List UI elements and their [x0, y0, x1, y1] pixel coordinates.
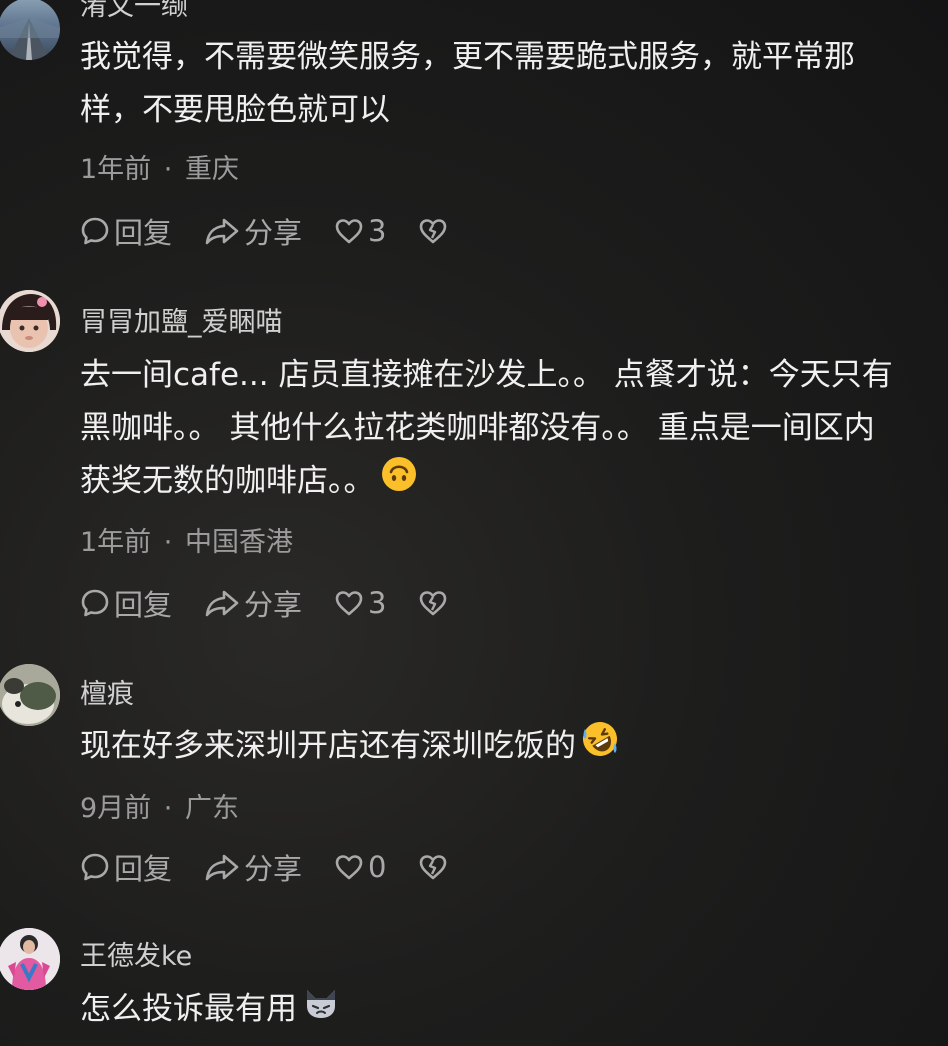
person-avatar-image — [0, 928, 60, 990]
reply-label: 回复 — [114, 216, 173, 250]
reply-bubble-icon — [81, 589, 109, 617]
share-label: 分享 — [244, 216, 303, 250]
avatar[interactable] — [0, 928, 60, 990]
comment-location: 重庆 — [184, 154, 239, 185]
comment-time: 1年前 — [80, 154, 152, 185]
comment-actions: 回复 分享 0 — [80, 850, 480, 886]
heart-icon — [335, 591, 363, 616]
reply-label: 回复 — [114, 852, 173, 886]
comment-time: 9月前 — [80, 793, 152, 824]
comment-time: 1年前 — [80, 527, 152, 558]
like-button[interactable]: 0 — [334, 850, 386, 884]
comment-actions: 回复 分享 3 — [80, 586, 480, 622]
share-arrow-icon — [205, 218, 239, 245]
comment-text-line: 现在好多来深圳开店还有深圳吃饭的 — [80, 728, 576, 764]
dislike-button[interactable] — [418, 850, 448, 884]
reply-bubble-icon — [81, 217, 109, 245]
share-label: 分享 — [244, 588, 303, 622]
comment-text: 去一间cafe... 店员直接摊在沙发上。。 点餐才说：今天只有 黑咖啡。。 其… — [80, 349, 893, 509]
comment-text: 怎么投诉最有用 — [80, 983, 339, 1037]
like-count: 3 — [368, 214, 387, 248]
comment-actions: 回复 分享 3 — [80, 214, 480, 250]
broken-heart-icon — [419, 219, 447, 244]
share-button[interactable]: 分享 — [204, 850, 302, 886]
reply-bubble-icon — [81, 853, 109, 881]
broken-heart-icon — [419, 591, 447, 616]
comment-text-line-with-emoji: 怎么投诉最有用 — [80, 983, 339, 1037]
share-label: 分享 — [244, 852, 303, 886]
road-avatar-image — [0, 18, 60, 60]
comment-text-line: 去一间cafe... 店员直接摊在沙发上。。 点餐才说：今天只有 — [80, 357, 893, 393]
reply-button[interactable]: 回复 — [80, 850, 172, 886]
broken-heart-icon — [419, 855, 447, 880]
upside-down-face-emoji — [381, 456, 417, 509]
comment-item: 王德发ke 怎么投诉最有用 — [0, 928, 948, 1046]
avatar[interactable] — [0, 290, 60, 352]
share-arrow-icon — [205, 590, 239, 617]
meta-separator: · — [163, 527, 173, 558]
dog-avatar-image — [0, 664, 60, 726]
comment-location: 中国香港 — [184, 527, 293, 558]
username[interactable]: 王德发ke — [80, 934, 192, 973]
reply-label: 回复 — [114, 588, 173, 622]
username[interactable]: 冐冐加鹽_爱睏喵 — [80, 300, 283, 339]
comment-text: 现在好多来深圳开店还有深圳吃饭的 — [80, 720, 618, 774]
comment-item: 檀痕 现在好多来深圳开店还有深圳吃饭的 9月前 · 广东 回复 分享 0 — [0, 664, 948, 904]
comment-text: 我觉得，不需要微笑服务，更不需要跪式服务，就平常那 样，不要甩脸色就可以 — [80, 31, 855, 137]
meta-separator: · — [163, 793, 173, 824]
comment-text-line: 黑咖啡。。 其他什么拉花类咖啡都没有。。 重点是一间区内 — [80, 410, 875, 446]
dislike-button[interactable] — [418, 586, 448, 620]
cat-icon — [307, 990, 335, 1018]
comment-text-line: 我觉得，不需要微笑服务，更不需要跪式服务，就平常那 — [80, 39, 855, 75]
username[interactable]: 檀痕 — [80, 672, 134, 711]
reply-button[interactable]: 回复 — [80, 586, 172, 622]
comment-text-line-with-emoji: 现在好多来深圳开店还有深圳吃饭的 — [80, 720, 618, 774]
comment-text-line-with-emoji: 获奖无数的咖啡店。。 — [80, 455, 893, 509]
meta-separator: · — [163, 154, 173, 185]
share-button[interactable]: 分享 — [204, 586, 302, 622]
like-count: 0 — [368, 850, 387, 884]
avatar[interactable] — [0, 0, 60, 60]
like-count: 3 — [368, 586, 387, 620]
comment-location: 广东 — [184, 793, 239, 824]
comment-text-line: 样，不要甩脸色就可以 — [80, 92, 390, 128]
username[interactable]: 淆文一缬 — [80, 0, 188, 23]
share-arrow-icon — [205, 854, 239, 881]
girl-avatar-image — [0, 290, 60, 352]
share-button[interactable]: 分享 — [204, 214, 302, 250]
comment-meta: 1年前 · 重庆 — [80, 147, 239, 186]
comment-item: 冐冐加鹽_爱睏喵 去一间cafe... 店员直接摊在沙发上。。 点餐才说：今天只… — [0, 290, 948, 640]
dislike-button[interactable] — [418, 214, 448, 248]
like-button[interactable]: 3 — [334, 214, 386, 248]
comment-text-line: 获奖无数的咖啡店。。 — [80, 463, 375, 499]
rolling-laughing-emoji — [582, 721, 618, 774]
rolling-laughing-icon — [583, 722, 617, 756]
reply-button[interactable]: 回复 — [80, 214, 172, 250]
comment-meta: 9月前 · 广东 — [80, 786, 239, 825]
comment-item: 淆文一缬 我觉得，不需要微笑服务，更不需要跪式服务，就平常那 样，不要甩脸色就可… — [0, 0, 948, 270]
heart-icon — [335, 219, 363, 244]
heart-icon — [335, 855, 363, 880]
comment-text-line: 怎么投诉最有用 — [80, 991, 297, 1027]
comment-meta: 1年前 · 中国香港 — [80, 520, 293, 559]
like-button[interactable]: 3 — [334, 586, 386, 620]
avatar[interactable] — [0, 664, 60, 726]
upside-down-face-icon — [381, 457, 416, 491]
cat-emoji — [303, 984, 339, 1037]
